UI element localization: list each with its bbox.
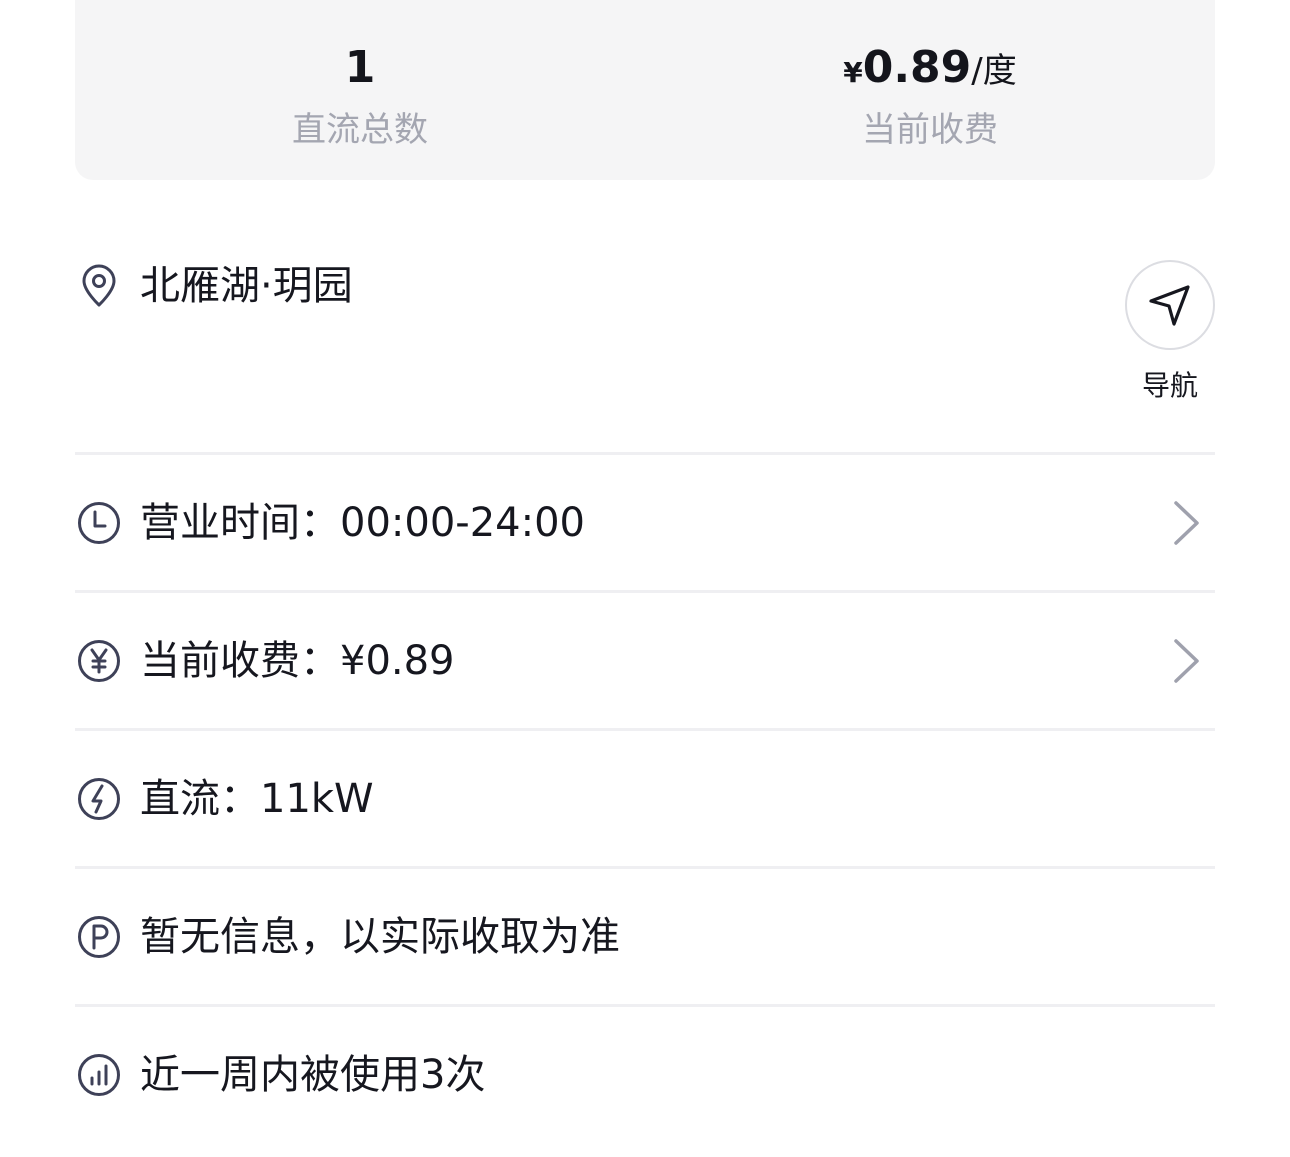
parking-row: 暂无信息，以实际收取为准: [75, 869, 1215, 1005]
navigate-label: 导航: [1141, 369, 1198, 402]
usage-text: 近一周内被使用3次: [140, 1052, 486, 1098]
current-price-text: 当前收费：¥0.89: [140, 638, 455, 684]
current-price-value: ¥0.89/度: [730, 40, 1130, 96]
navigate-button[interactable]: 导航: [1125, 260, 1215, 404]
price-amount: 0.89: [862, 42, 972, 93]
price-unit: /度: [971, 51, 1017, 91]
dc-total-stat: 1 直流总数: [160, 40, 560, 151]
dc-power-text: 直流：11kW: [140, 776, 374, 822]
lightning-icon: [75, 775, 123, 823]
yuan-icon: [75, 637, 123, 685]
current-price-label: 当前收费: [862, 110, 998, 150]
bar-chart-icon: [75, 1051, 123, 1099]
chevron-right-icon: [1171, 499, 1201, 547]
navigate-circle[interactable]: [1125, 260, 1215, 350]
station-name: 北雁湖·玥园: [140, 263, 353, 309]
dc-total-label: 直流总数: [292, 110, 428, 150]
location-pin-icon: [75, 262, 123, 310]
stats-card: 1 直流总数 ¥0.89/度 当前收费: [75, 0, 1215, 180]
location-section: 北雁湖·玥园 导航: [75, 240, 1215, 454]
chevron-right-icon: [1171, 637, 1201, 685]
clock-icon: [75, 499, 123, 547]
price-currency: ¥: [843, 56, 863, 89]
current-price-row[interactable]: 当前收费：¥0.89: [75, 593, 1215, 729]
parking-icon: [75, 913, 123, 961]
dc-total-value: 1: [344, 42, 376, 93]
business-hours-text: 营业时间：00:00-24:00: [140, 500, 585, 546]
current-price-stat: ¥0.89/度 当前收费: [730, 40, 1130, 151]
dc-power-row: 直流：11kW: [75, 731, 1215, 867]
usage-row: 近一周内被使用3次: [75, 1007, 1215, 1143]
parking-text: 暂无信息，以实际收取为准: [140, 914, 620, 960]
business-hours-row[interactable]: 营业时间：00:00-24:00: [75, 455, 1215, 591]
